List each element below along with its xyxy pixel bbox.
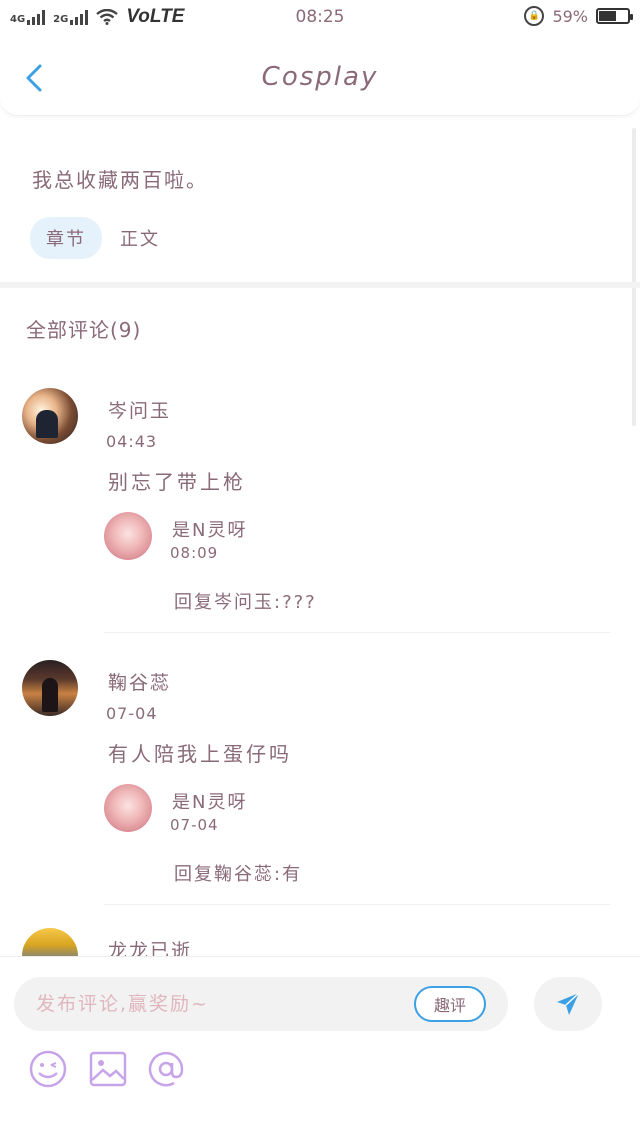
intro-text: 我总收藏两百啦。 — [32, 168, 208, 192]
status-right: 🔒 59% — [524, 6, 633, 26]
signal-bars-2-icon — [70, 9, 89, 25]
reply-time: 07-04 — [170, 816, 219, 834]
net-2g-label: 2G — [53, 14, 69, 25]
emoji-icon[interactable] — [28, 1049, 68, 1089]
comment-input-bar: 趣评 — [0, 956, 640, 1138]
send-icon — [557, 992, 580, 1015]
net-4g-label: 4G — [10, 14, 26, 25]
comment-divider — [104, 632, 610, 633]
reply-avatar[interactable] — [104, 512, 152, 560]
app-header: Cosplay — [0, 38, 640, 116]
comment-time: 04:43 — [106, 432, 158, 451]
battery-fill — [599, 11, 616, 21]
section-divider — [0, 282, 640, 288]
main-text-link[interactable]: 正文 — [120, 225, 160, 251]
comment-author[interactable]: 鞠谷蕊 — [108, 668, 171, 695]
reply-time: 08:09 — [170, 544, 219, 562]
status-bar: 4G 2G VoLTE 08:25 🔒 59% — [0, 0, 640, 34]
signal-4g: 4G — [10, 9, 46, 25]
avatar[interactable] — [22, 388, 78, 444]
mention-icon[interactable] — [146, 1049, 186, 1089]
reply-avatar[interactable] — [104, 784, 152, 832]
comment-input-box: 趣评 — [14, 977, 508, 1031]
comment-input[interactable] — [36, 989, 396, 1019]
scrollbar[interactable] — [632, 128, 636, 426]
avatar[interactable] — [22, 660, 78, 716]
reply-text: 回复鞠谷蕊:有 — [174, 864, 303, 885]
signal-bars-icon — [27, 9, 46, 25]
page-title: Cosplay — [261, 62, 379, 92]
comment-text: 有人陪我上蛋仔吗 — [108, 742, 292, 766]
quick-comment-button[interactable]: 趣评 — [414, 986, 486, 1022]
rotation-lock-icon: 🔒 — [524, 6, 545, 26]
chapter-chip[interactable]: 章节 — [30, 217, 102, 259]
image-icon[interactable] — [88, 1049, 128, 1089]
reply-text: 回复岑问玉:??? — [174, 592, 317, 613]
status-left: 4G 2G VoLTE — [10, 6, 184, 28]
reply-author[interactable]: 是N灵呀 — [172, 788, 247, 814]
battery-percent: 59% — [552, 6, 588, 26]
volte-label: VoLTE — [126, 6, 185, 27]
comment-time: 07-04 — [106, 704, 158, 723]
signal-2g: 2G — [53, 9, 89, 25]
chip-row: 章节 正文 — [30, 217, 160, 259]
reply-author[interactable]: 是N灵呀 — [172, 516, 247, 542]
battery-icon — [596, 8, 633, 24]
comment-author[interactable]: 岑问玉 — [108, 396, 171, 423]
comment-text: 别忘了带上枪 — [108, 470, 246, 494]
comments-count-title: 全部评论(9) — [26, 318, 142, 342]
comment-divider — [104, 904, 610, 905]
send-button[interactable] — [534, 977, 602, 1031]
wifi-icon — [96, 9, 119, 25]
